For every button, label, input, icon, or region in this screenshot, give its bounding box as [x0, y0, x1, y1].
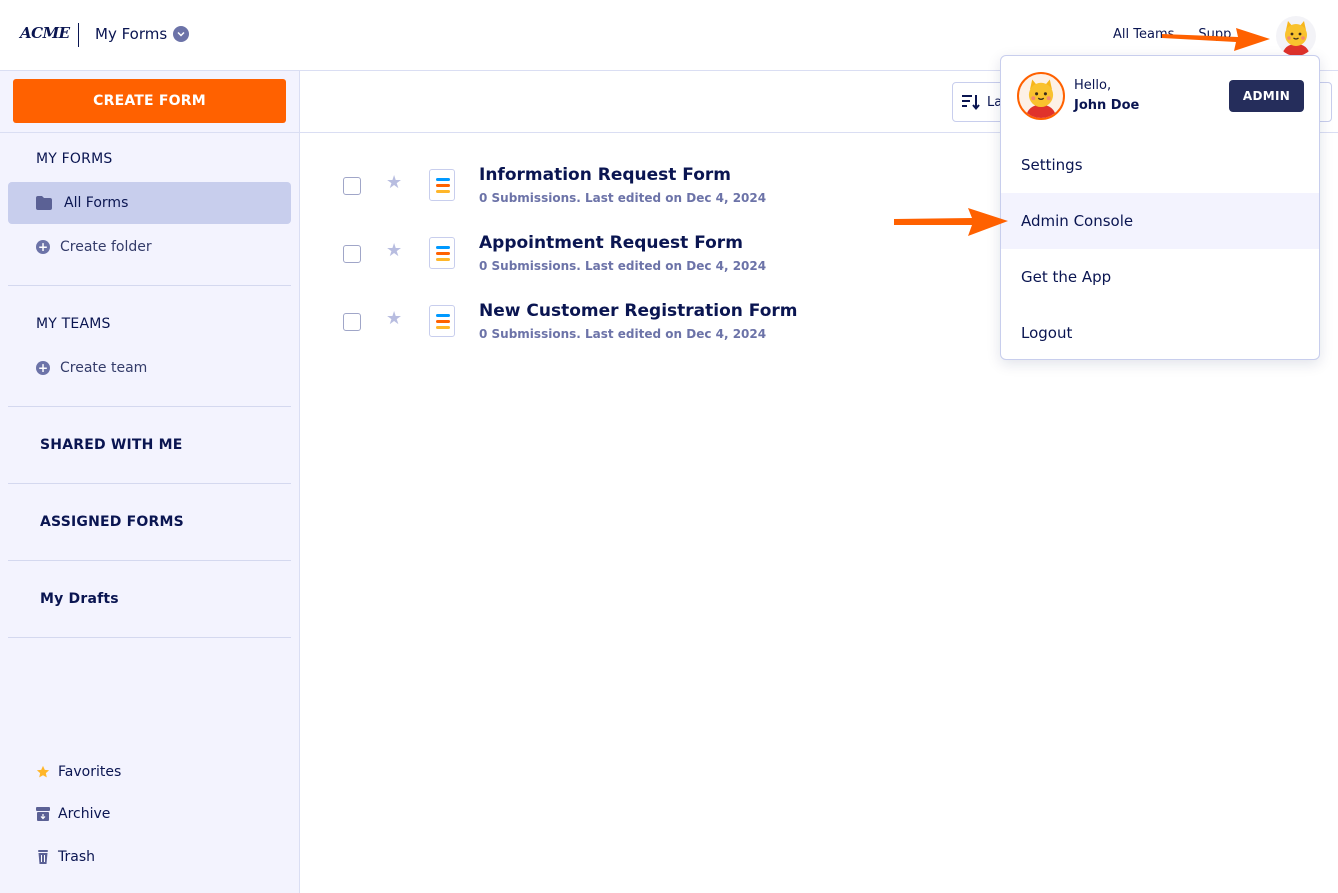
- form-meta: 0 Submissions. Last edited on Dec 4, 202…: [479, 259, 767, 273]
- sidebar-divider: [8, 637, 291, 638]
- user-menu-dropdown: Hello, John Doe ADMIN Settings Admin Con…: [1000, 55, 1320, 360]
- sidebar-item-my-drafts[interactable]: My Drafts: [40, 591, 119, 607]
- plus-circle-icon: +: [36, 361, 50, 375]
- sidebar-item-favorites[interactable]: Favorites: [36, 764, 121, 780]
- user-name: John Doe: [1074, 98, 1140, 113]
- user-avatar-button[interactable]: [1276, 16, 1316, 56]
- menu-item-logout[interactable]: Logout: [1001, 305, 1319, 359]
- sidebar-divider: [0, 132, 300, 133]
- page-title: My Forms: [95, 25, 168, 43]
- form-checkbox[interactable]: [343, 313, 361, 331]
- sidebar-divider: [8, 483, 291, 484]
- logo-divider: [78, 23, 79, 47]
- form-row[interactable]: ★ New Customer Registration Form 0 Submi…: [300, 299, 1000, 359]
- form-title[interactable]: Information Request Form: [479, 165, 731, 185]
- form-row[interactable]: ★ Appointment Request Form 0 Submissions…: [300, 231, 1000, 291]
- form-document-icon: [429, 305, 455, 337]
- sidebar-item-assigned-forms[interactable]: ASSIGNED FORMS: [40, 514, 184, 530]
- sidebar-item-trash[interactable]: Trash: [36, 849, 95, 865]
- favorites-label: Favorites: [58, 764, 122, 780]
- sidebar-item-shared-with-me[interactable]: SHARED WITH ME: [40, 437, 183, 453]
- sort-icon: [962, 95, 980, 111]
- star-icon: [36, 765, 50, 778]
- trash-icon: [38, 850, 48, 864]
- create-form-button[interactable]: CREATE FORM: [13, 79, 286, 123]
- user-avatar: [1017, 72, 1065, 120]
- star-icon[interactable]: ★: [386, 310, 402, 328]
- archive-icon: [36, 807, 50, 821]
- annotation-arrow-icon: [1162, 28, 1270, 51]
- my-forms-heading: MY FORMS: [36, 151, 113, 167]
- chevron-down-icon[interactable]: [173, 26, 190, 42]
- folder-icon: [36, 196, 52, 210]
- plus-circle-icon: +: [36, 240, 50, 254]
- star-icon[interactable]: ★: [386, 174, 402, 192]
- trash-label: Trash: [58, 849, 95, 865]
- form-document-icon: [429, 169, 455, 201]
- create-folder-label: Create folder: [60, 239, 152, 255]
- create-folder-button[interactable]: + Create folder: [36, 239, 152, 255]
- sidebar-item-label: All Forms: [64, 195, 129, 211]
- form-checkbox[interactable]: [343, 245, 361, 263]
- page-title-dropdown[interactable]: My Forms: [95, 25, 190, 43]
- sidebar-item-all-forms[interactable]: All Forms: [8, 182, 291, 224]
- cat-avatar-icon: [1025, 79, 1057, 118]
- form-meta: 0 Submissions. Last edited on Dec 4, 202…: [479, 191, 767, 205]
- menu-item-admin-console[interactable]: Admin Console: [1001, 193, 1319, 249]
- admin-badge: ADMIN: [1229, 80, 1304, 112]
- menu-item-settings[interactable]: Settings: [1001, 137, 1319, 193]
- sidebar-divider: [8, 406, 291, 407]
- acme-logo[interactable]: ACME: [20, 24, 70, 42]
- create-team-button[interactable]: + Create team: [36, 360, 147, 376]
- form-meta: 0 Submissions. Last edited on Dec 4, 202…: [479, 327, 767, 341]
- menu-item-get-the-app[interactable]: Get the App: [1001, 249, 1319, 305]
- archive-label: Archive: [58, 806, 111, 822]
- form-document-icon: [429, 237, 455, 269]
- cat-avatar-icon: [1282, 21, 1310, 56]
- sidebar: CREATE FORM MY FORMS All Forms + Create …: [0, 71, 300, 893]
- form-title[interactable]: Appointment Request Form: [479, 233, 743, 253]
- annotation-arrow-icon: [894, 208, 1008, 236]
- form-title[interactable]: New Customer Registration Form: [479, 301, 798, 321]
- star-icon[interactable]: ★: [386, 242, 402, 260]
- sidebar-divider: [8, 285, 291, 286]
- my-teams-heading: MY TEAMS: [36, 316, 111, 332]
- form-checkbox[interactable]: [343, 177, 361, 195]
- sidebar-divider: [8, 560, 291, 561]
- greeting-text: Hello,: [1074, 78, 1112, 93]
- sidebar-item-archive[interactable]: Archive: [36, 806, 110, 822]
- create-team-label: Create team: [60, 360, 148, 376]
